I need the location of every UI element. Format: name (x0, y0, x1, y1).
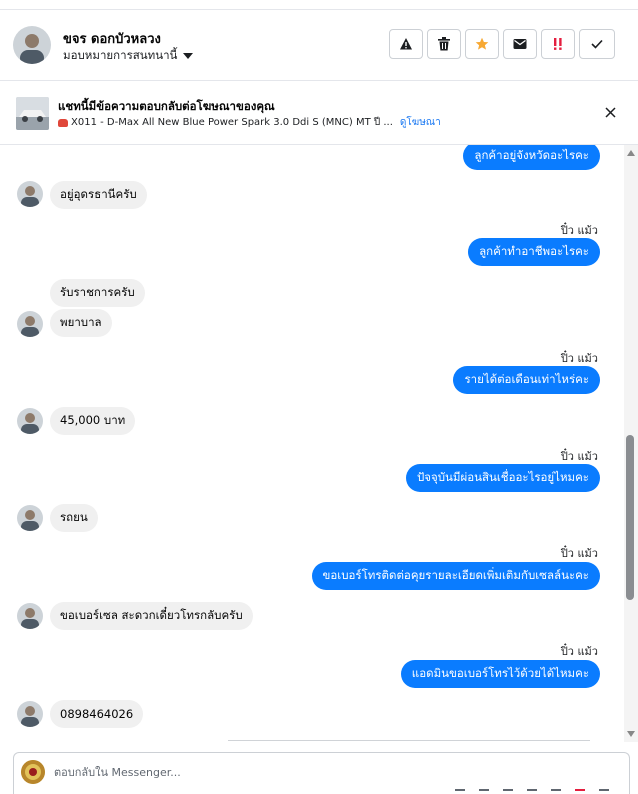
check-icon (591, 39, 603, 49)
conversation-actions (389, 29, 615, 59)
close-banner-button[interactable] (601, 103, 619, 121)
contact-mini-avatar (17, 701, 43, 727)
assign-conversation-dropdown[interactable]: มอบหมายการสนทนานี้ (63, 47, 194, 65)
close-icon (604, 106, 616, 118)
top-edge (0, 0, 638, 10)
message-incoming[interactable]: 45,000 บาท (50, 407, 136, 435)
view-ad-link[interactable]: ดูโฆษณา (400, 115, 441, 130)
follow-up-button[interactable] (541, 29, 575, 59)
mark-unread-button[interactable] (503, 29, 537, 59)
assign-label: มอบหมายการสนทนานี้ (63, 48, 178, 62)
scrollbar-thumb[interactable] (626, 435, 634, 600)
sender-name: ปิ๋ว แม้ว (560, 352, 598, 365)
mark-spam-button[interactable] (389, 29, 423, 59)
ad-description: X011 - D-Max All New Blue Power Spark 3.… (58, 115, 441, 130)
message-thread: ลูกค้าอยู่จังหวัดอะไรคะ อยู่อุดรธานีครับ… (0, 145, 624, 742)
message-incoming[interactable]: อยู่อุดรธานีครับ (50, 181, 147, 209)
composer-tools (455, 789, 609, 794)
thread-scrollbar[interactable] (624, 145, 638, 742)
tool-icon[interactable] (455, 789, 465, 794)
ad-thumbnail[interactable] (16, 97, 49, 130)
ad-banner-title: แชทนี้มีข้อความตอบกลับต่อโฆษณาของคุณ (58, 99, 275, 113)
delete-button[interactable] (427, 29, 461, 59)
car-icon (58, 118, 68, 127)
contact-mini-avatar (17, 505, 43, 531)
contact-mini-avatar (17, 311, 43, 337)
trash-icon (438, 37, 450, 51)
caret-down-icon (183, 53, 194, 59)
tool-icon[interactable] (551, 789, 561, 794)
star-button[interactable] (465, 29, 499, 59)
page-avatar (21, 760, 45, 784)
contact-avatar[interactable] (13, 26, 51, 64)
message-outgoing[interactable]: ขอเบอร์โทรติดต่อคุยรายละเอียดเพิ่มเติมกั… (311, 562, 600, 590)
message-incoming[interactable]: 0898464026 (50, 700, 144, 728)
message-incoming[interactable]: พยาบาล (50, 309, 112, 337)
message-outgoing[interactable]: ปัจจุบันมีผ่อนสินเชื่ออะไรอยู่ไหมคะ (405, 464, 600, 492)
contact-mini-avatar (17, 408, 43, 434)
mail-icon (513, 39, 527, 49)
contact-name[interactable]: ขจร ดอกบัวหลวง (63, 28, 161, 49)
sender-name: ปิ๋ว แม้ว (560, 450, 598, 463)
message-outgoing[interactable]: รายได้ต่อเดือนเท่าไหร่คะ (453, 366, 600, 394)
sender-name: ปิ๋ว แม้ว (560, 547, 598, 560)
tool-icon[interactable] (479, 789, 489, 794)
message-incoming[interactable]: รถยน (50, 504, 98, 532)
ad-reply-banner: แชทนี้มีข้อความตอบกลับต่อโฆษณาของคุณ X01… (0, 81, 638, 145)
sender-name: ปิ๋ว แม้ว (560, 224, 598, 237)
urgent-icon (554, 38, 562, 50)
scroll-up-icon[interactable] (627, 150, 635, 156)
star-icon (475, 37, 489, 50)
scroll-down-icon[interactable] (627, 731, 635, 737)
message-outgoing[interactable]: ลูกค้าอยู่จังหวัดอะไรคะ (463, 145, 600, 170)
mark-done-button[interactable] (579, 29, 615, 59)
tool-icon[interactable] (527, 789, 537, 794)
message-incoming[interactable]: ขอเบอร์เซล สะดวกเดี๋ยวโทรกลับครับ (50, 602, 253, 630)
conversation-header: ขจร ดอกบัวหลวง มอบหมายการสนทนานี้ (0, 10, 638, 81)
contact-mini-avatar (17, 603, 43, 629)
reply-composer (13, 752, 630, 794)
warning-icon (400, 38, 412, 50)
tool-icon[interactable] (599, 789, 609, 794)
message-outgoing[interactable]: ลูกค้าทำอาชีพอะไรคะ (468, 238, 600, 266)
contact-mini-avatar (17, 181, 43, 207)
message-incoming[interactable]: รับราชการครับ (50, 279, 145, 307)
reply-input[interactable] (54, 763, 454, 781)
ad-text: X011 - D-Max All New Blue Power Spark 3.… (71, 117, 393, 128)
divider (228, 740, 590, 741)
tool-icon[interactable] (503, 789, 513, 794)
tool-icon[interactable] (575, 789, 585, 794)
sender-name: ปิ๋ว แม้ว (560, 645, 598, 658)
message-outgoing[interactable]: แอดมินขอเบอร์โทรไว้ด้วยได้ไหมคะ (400, 660, 600, 688)
